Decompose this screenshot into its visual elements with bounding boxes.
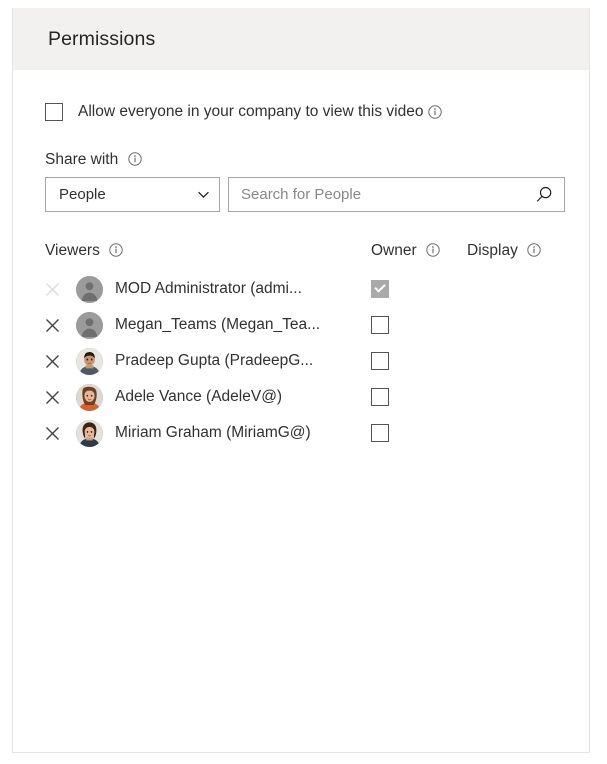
share-controls: People — [45, 177, 565, 212]
column-header-viewers-label: Viewers — [45, 242, 100, 259]
permissions-page: Permissions Allow everyone in your compa… — [0, 0, 607, 764]
search-people-box[interactable] — [228, 177, 565, 212]
viewer-cell: Pradeep Gupta (PradeepG... — [45, 347, 371, 375]
viewer-cell: MOD Administrator (admi... — [45, 275, 371, 303]
info-icon-display[interactable] — [527, 243, 541, 257]
permissions-card: Permissions Allow everyone in your compa… — [12, 8, 590, 753]
close-icon[interactable] — [45, 390, 60, 405]
viewer-cell: Miriam Graham (MiriamG@) — [45, 419, 371, 447]
viewer-name: Adele Vance (AdeleV@) — [115, 388, 283, 405]
column-header-owner: Owner — [371, 242, 467, 271]
card-body: Allow everyone in your company to view t… — [13, 70, 589, 451]
close-icon[interactable] — [45, 354, 60, 369]
column-header-display: Display — [467, 242, 565, 271]
share-with-label: Share with — [45, 151, 119, 168]
viewer-name: Megan_Teams (Megan_Tea... — [115, 316, 321, 333]
avatar — [76, 419, 103, 447]
viewer-name: Pradeep Gupta (PradeepG... — [115, 352, 314, 369]
column-header-viewers: Viewers — [45, 242, 371, 271]
search-input[interactable] — [241, 186, 534, 203]
page-title: Permissions — [48, 27, 156, 50]
display-cell — [467, 343, 565, 379]
avatar — [76, 383, 103, 411]
column-header-owner-label: Owner — [371, 242, 417, 259]
allow-everyone-row[interactable]: Allow everyone in your company to view t… — [45, 70, 589, 121]
owner-checkbox[interactable] — [371, 315, 389, 334]
share-type-value: People — [59, 186, 106, 203]
allow-everyone-label: Allow everyone in your company to view t… — [78, 103, 424, 120]
viewer-name: Miriam Graham (MiriamG@) — [115, 424, 311, 441]
avatar — [76, 311, 103, 339]
search-icon[interactable] — [534, 185, 554, 205]
allow-everyone-checkbox[interactable] — [45, 103, 63, 121]
chevron-down-icon — [197, 188, 210, 201]
owner-checkbox[interactable] — [371, 387, 389, 406]
viewer-name: MOD Administrator (admi... — [115, 280, 302, 297]
info-icon-viewers[interactable] — [109, 243, 123, 257]
display-cell — [467, 271, 565, 307]
table-row: Pradeep Gupta (PradeepG... — [45, 343, 565, 379]
owner-checkbox[interactable] — [371, 423, 389, 442]
owner-checkbox[interactable] — [371, 351, 389, 370]
info-icon-allow-everyone[interactable] — [428, 105, 443, 119]
table-row: MOD Administrator (admi... — [45, 271, 565, 307]
display-cell — [467, 415, 565, 451]
viewer-cell: Megan_Teams (Megan_Tea... — [45, 311, 371, 339]
display-cell — [467, 379, 565, 415]
column-header-display-label: Display — [467, 242, 518, 259]
close-icon[interactable] — [45, 318, 60, 333]
viewer-cell: Adele Vance (AdeleV@) — [45, 383, 371, 411]
share-type-select[interactable]: People — [45, 177, 220, 212]
share-with-label-row: Share with — [45, 151, 589, 169]
table-row: Megan_Teams (Megan_Tea... — [45, 307, 565, 343]
viewers-table: Viewers Owner Display MOD Administrator … — [45, 242, 565, 451]
avatar — [76, 275, 103, 303]
info-icon-owner[interactable] — [426, 243, 440, 257]
table-header-row: Viewers Owner Display — [45, 242, 565, 271]
table-row: Adele Vance (AdeleV@) — [45, 379, 565, 415]
info-icon-share-with[interactable] — [127, 152, 142, 166]
table-row: Miriam Graham (MiriamG@) — [45, 415, 565, 451]
close-icon[interactable] — [45, 426, 60, 441]
card-header: Permissions — [13, 8, 589, 70]
close-icon — [45, 282, 60, 297]
owner-checkbox — [371, 279, 389, 298]
display-cell — [467, 307, 565, 343]
avatar — [76, 347, 103, 375]
